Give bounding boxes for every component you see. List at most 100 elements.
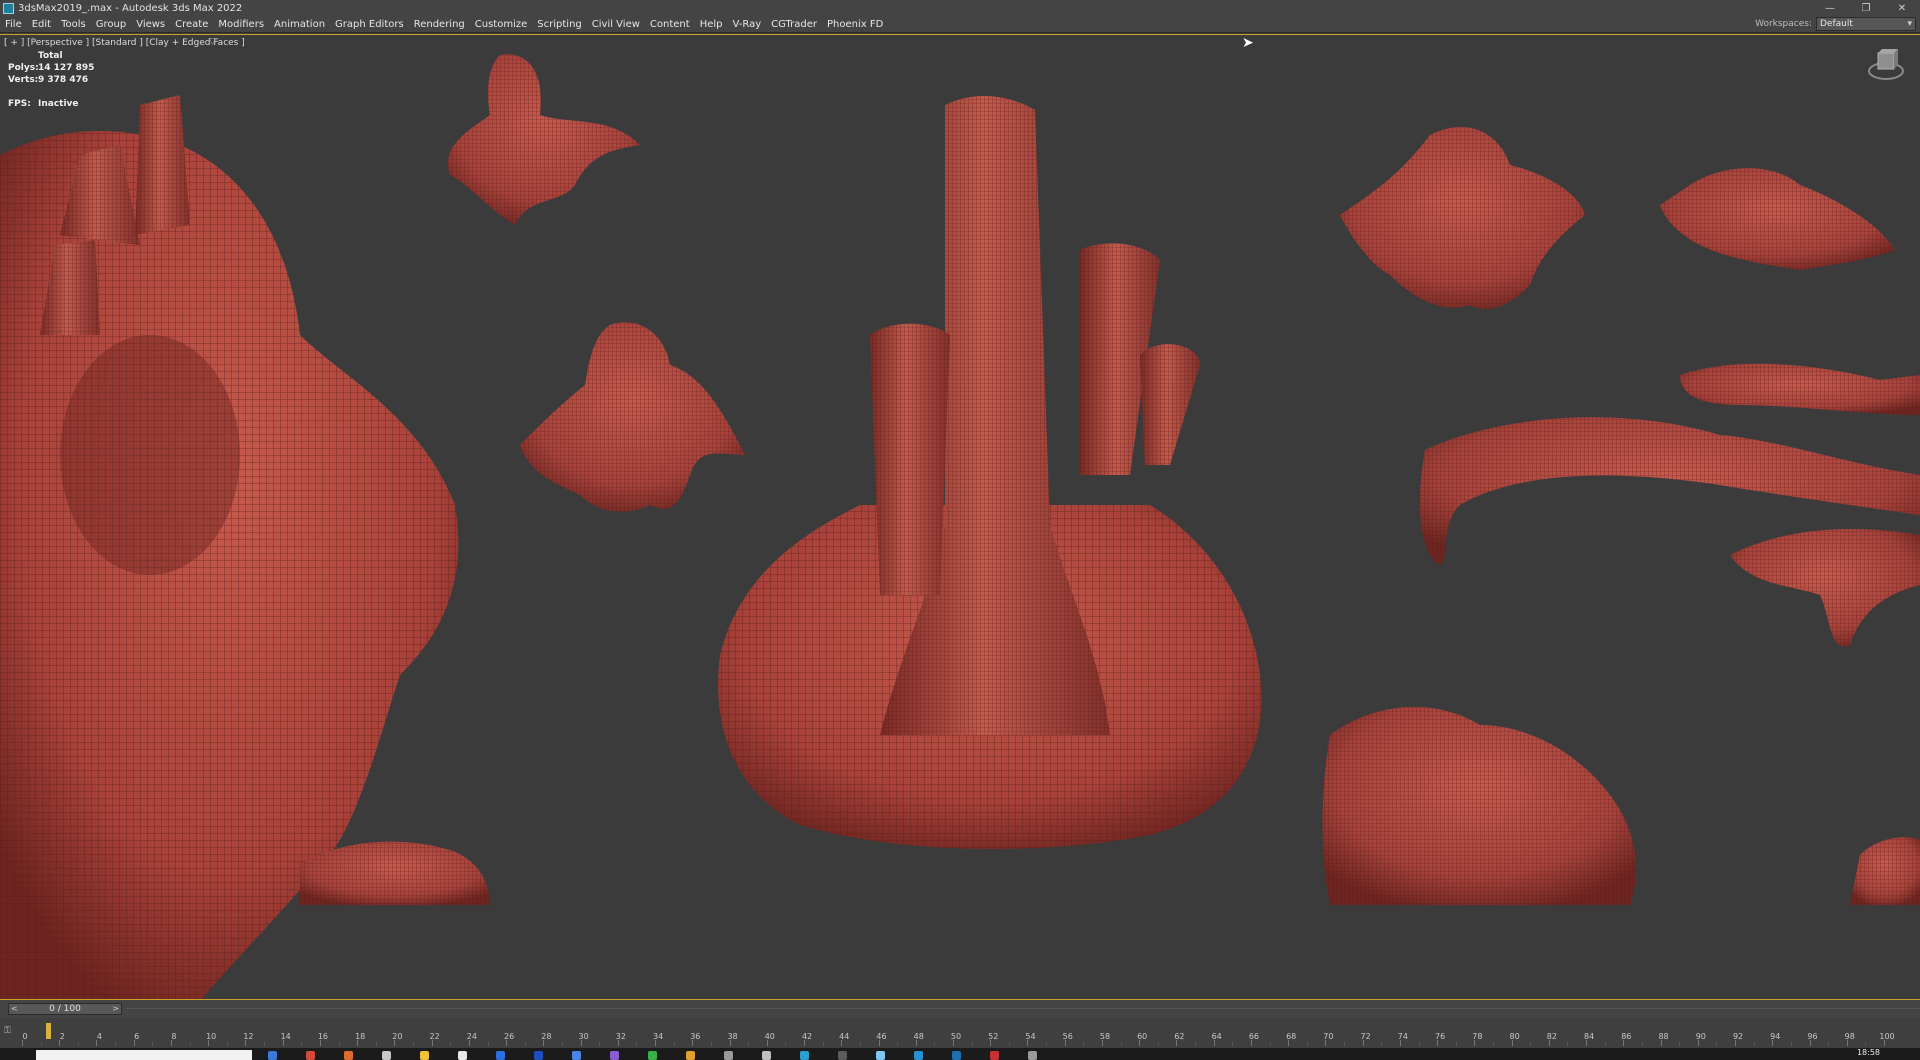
track-tick [710, 1043, 712, 1046]
taskbar-app-icon[interactable] [610, 1051, 619, 1060]
track-tick-label: 54 [1025, 1032, 1036, 1041]
taskbar-app-icon[interactable] [800, 1051, 809, 1060]
taskbar-app-icon[interactable] [534, 1051, 543, 1060]
taskbar-app-icon[interactable] [952, 1051, 961, 1060]
menu-create[interactable]: Create [170, 19, 213, 30]
track-tick-label: 52 [988, 1032, 999, 1041]
menu-graph-editors[interactable]: Graph Editors [330, 19, 409, 30]
track-tick-label: 56 [1062, 1032, 1073, 1041]
track-tick [1604, 1043, 1606, 1046]
viewport-statistics: Total Polys: 14 127 895 Verts: 9 378 476 F… [8, 50, 94, 110]
minimize-button[interactable]: — [1812, 0, 1848, 16]
mesh-blob-bottom-far-right[interactable] [1850, 837, 1920, 905]
taskbar-app-icon[interactable] [762, 1051, 771, 1060]
track-tick [338, 1043, 340, 1046]
track-tick-label: 46 [876, 1032, 887, 1041]
menu-scripting[interactable]: Scripting [532, 19, 586, 30]
menu-phoenix-fd[interactable]: Phoenix FD [822, 19, 888, 30]
mesh-branches-right[interactable] [1420, 363, 1920, 647]
taskbar-app-icon[interactable] [458, 1051, 467, 1060]
mesh-small-tree-top[interactable] [448, 54, 640, 226]
track-tick-label: 96 [1807, 1032, 1818, 1041]
menu-customize[interactable]: Customize [470, 19, 533, 30]
track-tick-label: 92 [1732, 1032, 1744, 1041]
filter-icon[interactable]: ▽ [209, 37, 216, 47]
track-tick-label: 88 [1658, 1032, 1669, 1041]
menu-views[interactable]: Views [131, 19, 170, 30]
track-tick [1083, 1043, 1085, 1046]
track-tick [1455, 1043, 1457, 1046]
taskbar-app-icon[interactable] [306, 1051, 315, 1060]
key-filter-icon[interactable]: ⚿ [4, 1026, 11, 1036]
taskbar-app-icon[interactable] [724, 1051, 733, 1060]
track-tick-label: 84 [1583, 1032, 1595, 1041]
taskbar-app-icon[interactable] [1028, 1051, 1037, 1060]
menu-cgtrader[interactable]: CGTrader [766, 19, 822, 30]
mesh-tree-right-1[interactable] [1340, 126, 1585, 309]
track-tick [1828, 1043, 1830, 1046]
track-tick [1120, 1043, 1122, 1046]
mesh-central-tower[interactable] [718, 95, 1262, 849]
track-tick [1344, 1043, 1346, 1046]
taskbar-clock: 18:58 [1856, 1048, 1880, 1057]
track-tick-label: 94 [1770, 1032, 1781, 1041]
menu-rendering[interactable]: Rendering [409, 19, 470, 30]
track-tick [561, 1043, 563, 1046]
time-slider: < 0 / 100 > [0, 1000, 1920, 1018]
mesh-small-tree-mid[interactable] [520, 322, 745, 512]
time-slider-track[interactable] [126, 1008, 1920, 1009]
track-tick [1716, 1043, 1718, 1046]
mesh-blob-bottom-right[interactable] [1322, 706, 1636, 905]
taskbar-app-icon[interactable] [268, 1051, 277, 1060]
viewcube-icon[interactable] [1866, 45, 1906, 85]
track-area[interactable]: 0 2 4 6 8 10 12 14 16 18 20 22 24 26 28 30 32 34 36 38 40 42 4… [22, 1018, 1895, 1048]
track-tick-label: 72 [1360, 1032, 1371, 1041]
menu-edit[interactable]: Edit [27, 19, 56, 30]
taskbar-app-icon[interactable] [648, 1051, 657, 1060]
menu-tools[interactable]: Tools [56, 19, 91, 30]
menu-animation[interactable]: Animation [269, 19, 330, 30]
perspective-viewport[interactable]: [ + ] [Perspective ] [Standard ] [Clay +… [0, 34, 1920, 1000]
taskbar-app-icon[interactable] [990, 1051, 999, 1060]
taskbar-app-icon[interactable] [496, 1051, 505, 1060]
menu-group[interactable]: Group [91, 19, 131, 30]
track-tick [1269, 1043, 1271, 1046]
current-frame-indicator[interactable] [46, 1023, 51, 1039]
taskbar-app-icon[interactable] [572, 1051, 581, 1060]
menu-vray[interactable]: V-Ray [728, 19, 767, 30]
taskbar-app-icon[interactable] [914, 1051, 923, 1060]
menu-modifiers[interactable]: Modifiers [213, 19, 269, 30]
verts-value: 9 378 476 [38, 75, 89, 85]
track-bar[interactable]: ⚿ 0 2 4 6 8 10 12 14 16 18 20 22 24 26 28 30 32 34 36 38 40 4… [0, 1018, 1920, 1048]
track-tick-label: 12 [243, 1032, 254, 1041]
chevron-right-icon[interactable]: > [112, 1004, 119, 1013]
taskbar-app-icon[interactable] [344, 1051, 353, 1060]
menu-help[interactable]: Help [695, 19, 728, 30]
track-tick [1046, 1043, 1048, 1046]
taskbar-app-icon[interactable] [838, 1051, 847, 1060]
track-tick-label: 50 [950, 1032, 962, 1041]
track-tick [1753, 1043, 1755, 1046]
mesh-tree-right-2[interactable] [1660, 168, 1895, 270]
track-tick-label: 38 [727, 1032, 738, 1041]
track-tick-label: 6 [134, 1032, 140, 1041]
workspace-select[interactable]: Default [1816, 17, 1916, 31]
track-tick-label: 58 [1099, 1032, 1111, 1041]
taskbar-app-icon[interactable] [876, 1051, 885, 1060]
time-slider-thumb[interactable]: < 0 / 100 > [8, 1003, 122, 1015]
track-tick-label: 20 [392, 1032, 403, 1041]
track-tick-label: 44 [839, 1032, 850, 1041]
track-tick-label: 4 [96, 1032, 103, 1041]
taskbar-app-icon[interactable] [382, 1051, 391, 1060]
restore-button[interactable]: ❐ [1848, 0, 1884, 16]
close-button[interactable]: ✕ [1884, 0, 1920, 16]
menu-file[interactable]: File [0, 19, 27, 30]
taskbar-app-icon[interactable] [686, 1051, 695, 1060]
3dsmax-app-icon[interactable] [3, 2, 14, 14]
menu-civil-view[interactable]: Civil View [587, 19, 645, 30]
taskbar-app-icon[interactable] [420, 1051, 429, 1060]
track-tick-label: 66 [1248, 1032, 1259, 1041]
menu-content[interactable]: Content [645, 19, 695, 30]
chevron-left-icon[interactable]: < [11, 1004, 18, 1013]
taskbar-search-box[interactable] [36, 1050, 252, 1060]
